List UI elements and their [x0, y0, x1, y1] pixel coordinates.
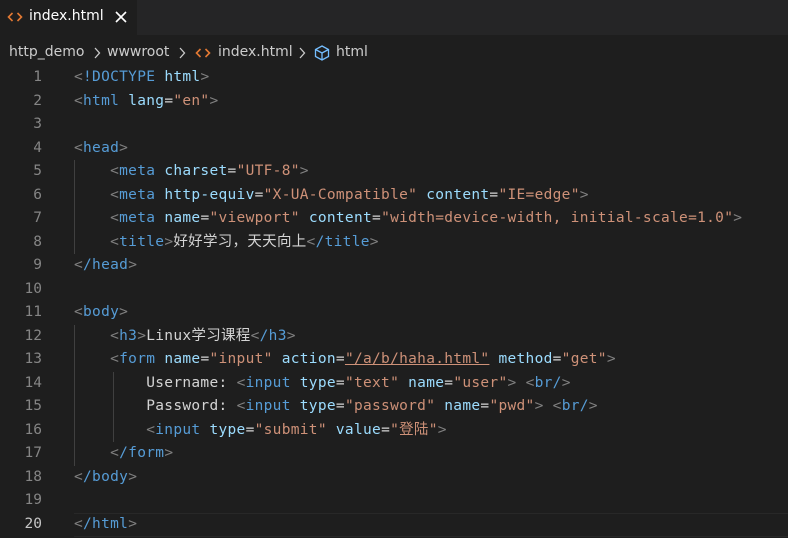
code-text: <form name="input" action="/a/b/haha.htm…	[110, 351, 616, 367]
code-text: <meta charset="UTF-8">	[110, 163, 309, 179]
code-text: <body>	[74, 304, 129, 320]
code-line: 9 </head>	[0, 254, 788, 278]
code-text: Username: <input type="text" name="user"…	[146, 374, 571, 391]
code-line: 10	[0, 278, 788, 302]
code-line: 14 Username: <input type="text" name="us…	[0, 372, 788, 396]
code-text: </form>	[110, 445, 174, 461]
code-line: 4 <head>	[0, 137, 788, 161]
line-number: 1	[33, 69, 42, 85]
code-line: 7 <meta name="viewport" content="width=d…	[0, 207, 788, 231]
code-line: 2 <html lang="en">	[0, 90, 788, 114]
code-text: </head>	[74, 257, 138, 273]
line-number: 14	[24, 374, 42, 391]
code-line: 8 <title>好好学习，天天向上</title>	[0, 231, 788, 255]
breadcrumb-item-html[interactable]: html	[336, 44, 368, 60]
code-line: 19	[0, 489, 788, 513]
close-icon[interactable]	[112, 8, 130, 26]
code-line: 18 </body>	[0, 466, 788, 490]
line-number: 15	[24, 398, 42, 414]
html-file-icon	[7, 12, 23, 22]
tab-bar: index.html	[0, 0, 788, 35]
html-file-icon	[195, 48, 211, 58]
code-text: <title>好好学习，天天向上</title>	[110, 233, 379, 250]
breadcrumb-item-index-html[interactable]: index.html	[218, 44, 293, 60]
code-text: <h3>Linux学习课程</h3>	[110, 327, 296, 344]
code-line: 3	[0, 113, 788, 137]
breadcrumb-item-http-demo[interactable]: http_demo	[9, 44, 84, 60]
line-number: 2	[33, 92, 42, 109]
code-text: <!DOCTYPE html>	[74, 69, 210, 85]
code-line: 16 <input type="submit" value="登陆">	[0, 419, 788, 443]
code-line: 17 </form>	[0, 442, 788, 466]
code-line: 12 <h3>Linux学习课程</h3>	[0, 325, 788, 349]
cube-icon	[314, 45, 330, 61]
line-number: 6	[33, 186, 42, 203]
line-number: 10	[24, 280, 42, 297]
line-number: 17	[24, 445, 42, 461]
code-line: 6 <meta http-equiv="X-UA-Compatible" con…	[0, 184, 788, 208]
code-text: <input type="submit" value="登陆">	[146, 421, 447, 438]
code-line-active: 20 </html>	[0, 513, 788, 537]
line-number: 5	[33, 163, 42, 179]
code-editor[interactable]: 1 <!DOCTYPE html> 2 <html lang="en"> 3 4…	[0, 66, 788, 538]
tab-index-html[interactable]: index.html	[0, 0, 137, 35]
line-number: 8	[33, 233, 42, 250]
breadcrumb: http_demo wwwroot index.html html	[0, 38, 788, 68]
line-number: 7	[33, 210, 42, 226]
line-number: 9	[33, 257, 42, 273]
chevron-right-icon	[179, 47, 186, 59]
action-url-link: "/a/b/haha.html"	[344, 351, 490, 367]
line-number: 19	[24, 492, 42, 508]
chevron-right-icon	[299, 47, 306, 59]
code-line: 15 Password: <input type="password" name…	[0, 395, 788, 419]
code-text: <html lang="en">	[74, 92, 219, 109]
code-text: </html>	[74, 515, 138, 532]
tab-label: index.html	[29, 8, 104, 24]
code-text: <meta http-equiv="X-UA-Compatible" conte…	[110, 186, 589, 203]
code-text: <head>	[74, 139, 129, 156]
line-number: 13	[24, 351, 42, 367]
code-line: 13 <form name="input" action="/a/b/haha.…	[0, 348, 788, 372]
line-number: 18	[24, 468, 42, 485]
code-line: 11 <body>	[0, 301, 788, 325]
code-text: </body>	[74, 468, 138, 485]
code-line: 5 <meta charset="UTF-8">	[0, 160, 788, 184]
line-number: 4	[33, 139, 42, 156]
code-line: 1 <!DOCTYPE html>	[0, 66, 788, 90]
code-text: Password: <input type="password" name="p…	[146, 398, 598, 414]
line-number: 16	[24, 421, 42, 438]
breadcrumb-item-wwwroot[interactable]: wwwroot	[107, 44, 169, 60]
chevron-right-icon	[94, 47, 101, 59]
line-number: 12	[24, 327, 42, 344]
line-number: 20	[24, 515, 42, 532]
line-number: 11	[24, 304, 42, 320]
code-text: <meta name="viewport" content="width=dev…	[110, 210, 743, 226]
line-number: 3	[33, 116, 42, 132]
